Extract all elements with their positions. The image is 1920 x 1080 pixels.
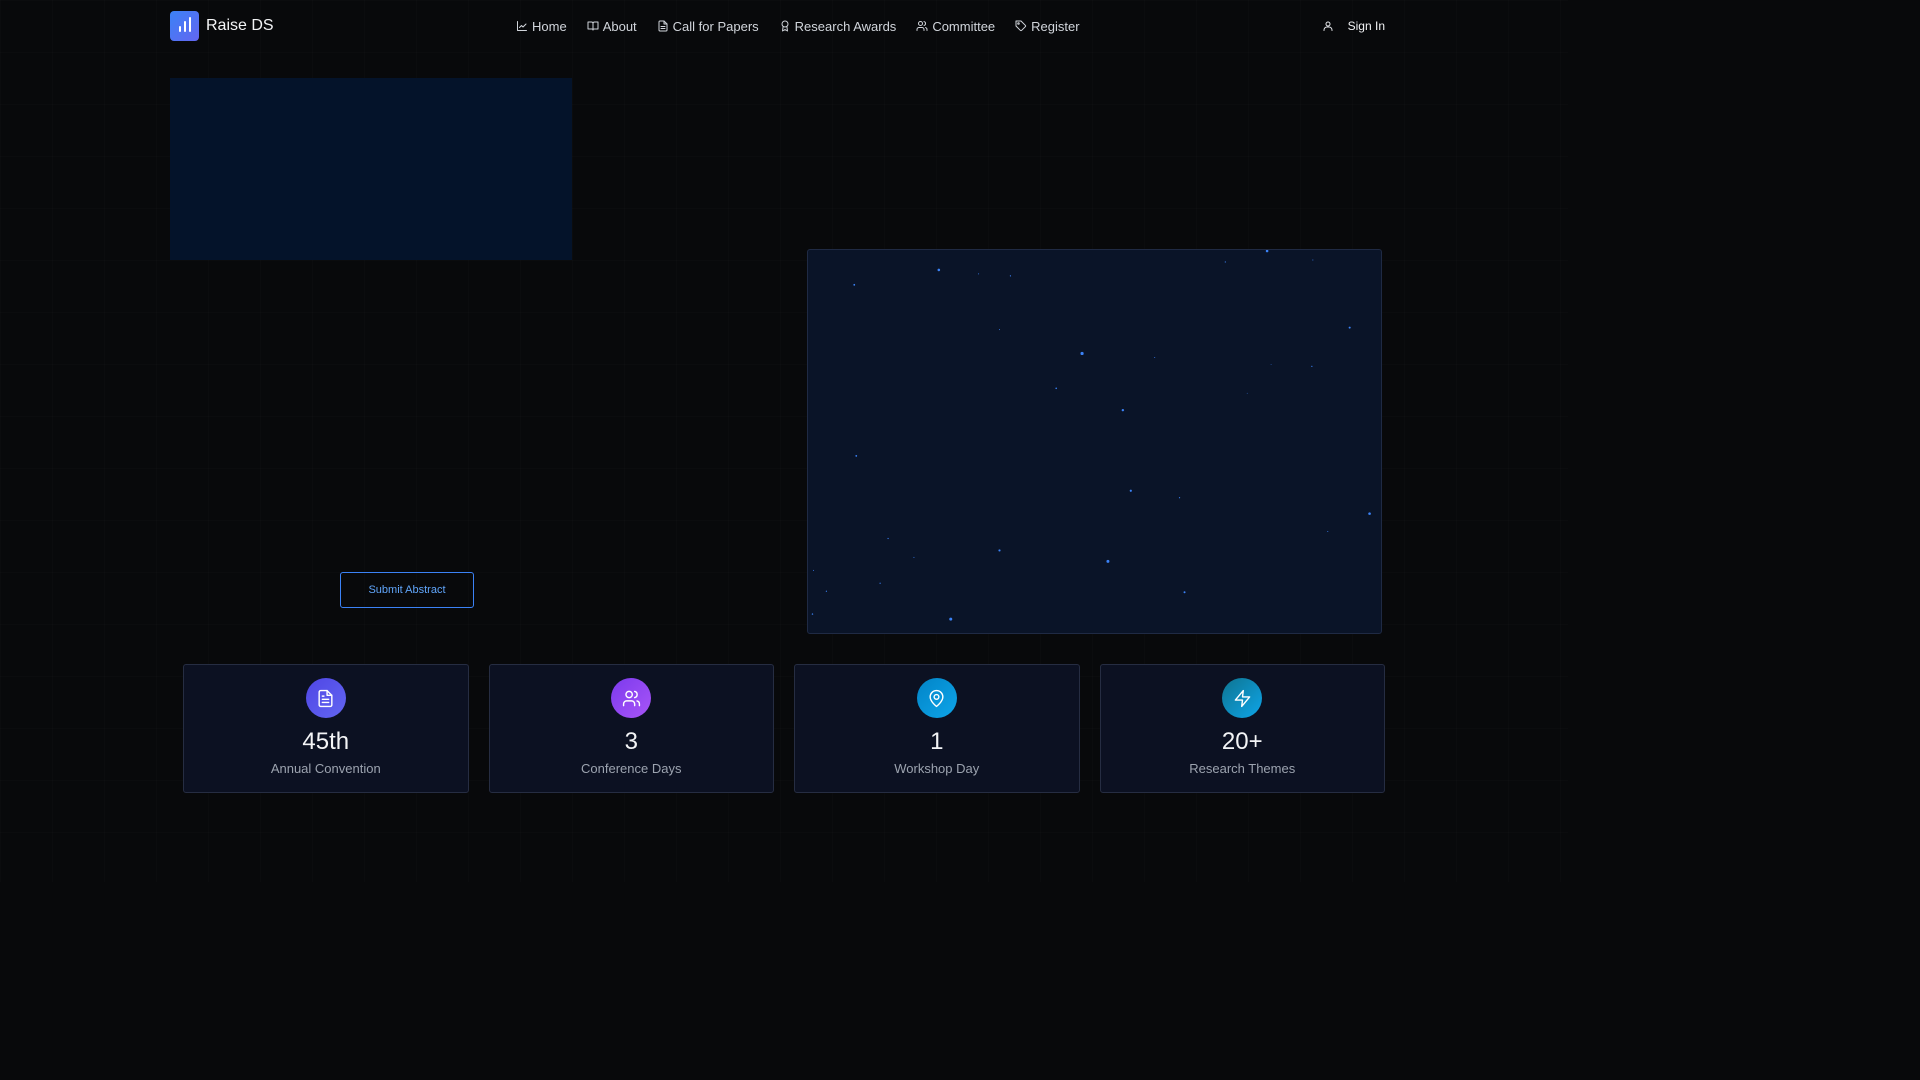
sign-in-button[interactable]: Sign In: [1322, 11, 1385, 41]
nav-link-about[interactable]: About: [587, 19, 637, 34]
stat-label: Conference Days: [581, 761, 682, 776]
stat-value: 45th: [302, 728, 350, 755]
sign-in-label: Sign In: [1347, 19, 1385, 33]
submit-abstract-button[interactable]: Submit Abstract: [340, 572, 474, 608]
stat-value: 20+: [1221, 728, 1263, 755]
stat-card-annual-convention: 45th Annual Convention: [183, 664, 469, 793]
nav-link-label: Register: [1031, 18, 1080, 34]
navbar: Raise DS Home About Call for Papers Rese…: [170, 11, 1385, 41]
stat-badge: [916, 678, 957, 718]
nav-link-research-awards[interactable]: Research Awards: [779, 18, 897, 34]
award-icon: [781, 20, 789, 32]
nav-links: Home About Call for Papers Research Awar…: [516, 11, 1080, 41]
stat-card-conference-days: 3 Conference Days: [488, 664, 774, 793]
stat-card-research-themes: 20+ Research Themes: [1099, 664, 1385, 793]
map-pin-icon: [929, 689, 944, 707]
line-chart-icon: [517, 21, 527, 31]
hero-image-placeholder: [170, 78, 572, 260]
brand[interactable]: Raise DS: [170, 11, 274, 41]
stat-card-workshop-day: 1 Workshop Day: [794, 664, 1080, 793]
users-icon: [622, 690, 640, 706]
users-icon: [916, 21, 928, 31]
nav-link-home[interactable]: Home: [516, 19, 567, 34]
brand-name: Raise DS: [206, 17, 274, 34]
nav-link-committee[interactable]: Committee: [916, 19, 995, 34]
document-icon: [318, 689, 333, 707]
starfield-visual: [807, 249, 1382, 634]
nav-link-label: Home: [532, 18, 567, 34]
nav-link-label: About: [602, 18, 637, 34]
document-icon: [658, 20, 668, 32]
zap-icon: [1234, 689, 1251, 707]
nav-link-call-for-papers[interactable]: Call for Papers: [657, 19, 759, 34]
starfield-canvas: [811, 250, 1371, 621]
nav-link-label: Committee: [932, 18, 996, 34]
nav-link-register[interactable]: Register: [1015, 18, 1080, 34]
stat-badge: [611, 678, 652, 718]
bar-chart-icon: [170, 11, 199, 41]
stat-badge: [305, 678, 346, 718]
stat-label: Annual Convention: [270, 761, 381, 776]
book-open-icon: [587, 21, 599, 31]
stats-row: 45th Annual Convention 3 Conference Days…: [183, 664, 1385, 793]
nav-link-label: Call for Papers: [672, 18, 759, 34]
stat-badge: [1222, 678, 1263, 718]
nav-link-label: Research Awards: [794, 18, 897, 34]
stat-value: 1: [930, 728, 944, 755]
user-icon: [1323, 21, 1333, 31]
stat-label: Research Themes: [1189, 761, 1296, 776]
stat-label: Workshop Day: [894, 761, 980, 776]
stat-value: 3: [624, 728, 638, 755]
tag-icon: [1015, 20, 1027, 32]
